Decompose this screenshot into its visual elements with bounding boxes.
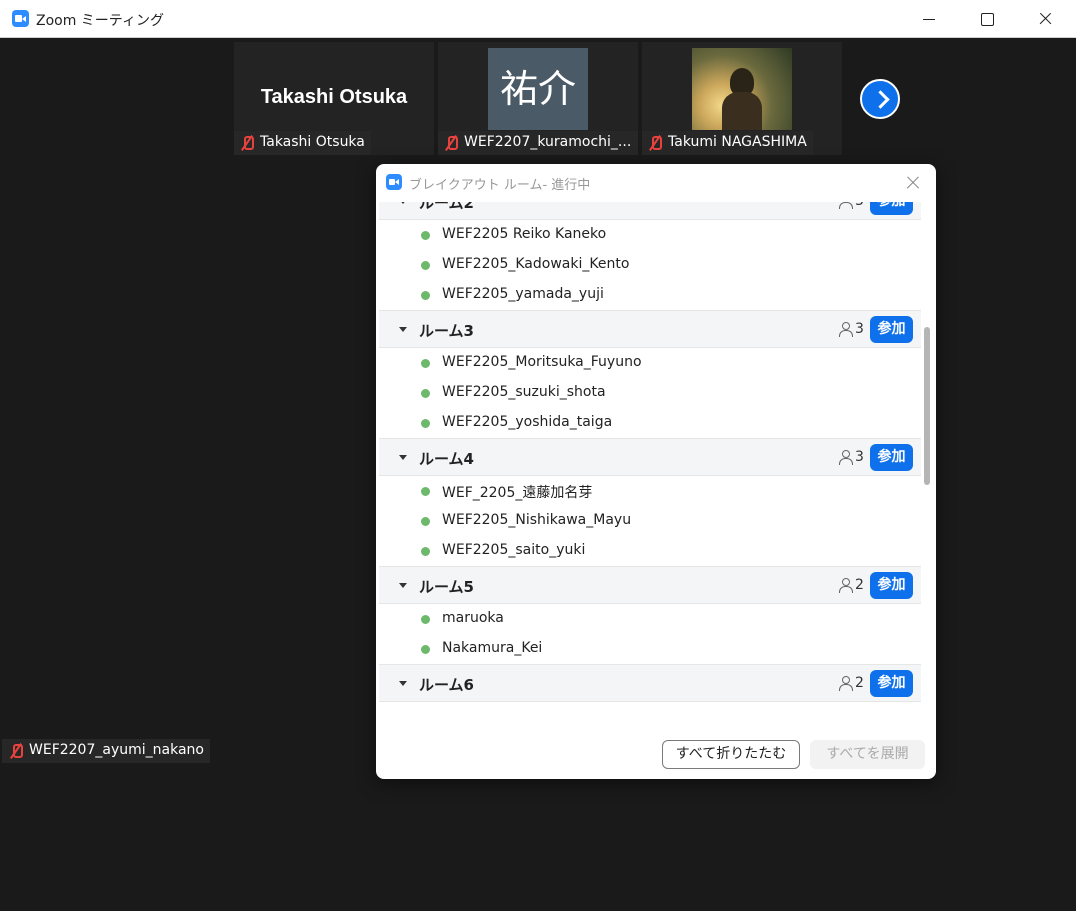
join-room-button[interactable]: 参加 xyxy=(870,202,913,215)
status-dot xyxy=(421,517,430,526)
chevron-down-icon[interactable] xyxy=(399,202,407,204)
person-icon xyxy=(838,450,853,465)
room-member: WEF2205_suzuki_shota xyxy=(379,378,921,408)
room-name: ルーム6 xyxy=(419,676,474,694)
participant-name: Takashi Otsuka xyxy=(260,134,365,150)
person-icon xyxy=(838,322,853,337)
participant-label: WEF2207_kuramochi_... xyxy=(438,131,638,155)
person-icon xyxy=(838,202,853,209)
chevron-down-icon[interactable] xyxy=(399,327,407,332)
room-count: 2 xyxy=(855,675,864,691)
zoom-app-icon xyxy=(386,174,402,190)
close-window-button[interactable] xyxy=(1016,0,1074,38)
room-member: WEF2205_Nishikawa_Mayu xyxy=(379,506,921,536)
status-dot xyxy=(421,359,430,368)
room-count: 3 xyxy=(855,202,864,209)
video-tile[interactable]: Takumi NAGASHIMA xyxy=(642,42,842,155)
chevron-down-icon[interactable] xyxy=(399,681,407,686)
room-name: ルーム5 xyxy=(419,578,474,596)
mic-muted-icon xyxy=(240,135,254,151)
mic-muted-icon xyxy=(648,135,662,151)
status-dot xyxy=(421,645,430,654)
member-name: WEF2205 Reiko Kaneko xyxy=(442,226,607,242)
mic-muted-icon xyxy=(444,135,458,151)
scrollbar-thumb[interactable] xyxy=(924,327,930,485)
room-header[interactable]: ルーム4 3 参加 xyxy=(379,438,921,476)
self-name: WEF2207_ayumi_nakano xyxy=(29,742,204,758)
room-member: WEF2205_Kadowaki_Kento xyxy=(379,250,921,280)
video-tile[interactable]: 祐介 WEF2207_kuramochi_... xyxy=(438,42,638,155)
room-count: 2 xyxy=(855,577,864,593)
participant-label: Takumi NAGASHIMA xyxy=(642,131,813,155)
mic-muted-icon xyxy=(9,743,23,759)
room-name: ルーム2 xyxy=(419,202,474,212)
room-header[interactable]: ルーム2 3 参加 xyxy=(379,202,921,220)
participant-name: Takumi NAGASHIMA xyxy=(668,134,807,150)
room-name: ルーム4 xyxy=(419,450,474,468)
room-list[interactable]: ルーム2 3 参加 WEF2205 Reiko Kaneko WEF2205_Ka… xyxy=(379,202,921,717)
breakout-rooms-dialog: ブレイクアウト ルーム- 進行中 ルーム2 3 参加 WEF2205 Reiko… xyxy=(376,164,936,779)
room-member: WEF2205_saito_yuki xyxy=(379,536,921,566)
room-header[interactable]: ルーム6 2 参加 xyxy=(379,664,921,702)
participant-label: Takashi Otsuka xyxy=(234,131,371,155)
member-name: WEF2205_saito_yuki xyxy=(442,542,586,558)
title-bar: Zoom ミーティング xyxy=(0,0,1076,38)
status-dot xyxy=(421,231,430,240)
participant-name: WEF2207_kuramochi_... xyxy=(464,134,632,150)
maximize-button[interactable] xyxy=(958,0,1016,38)
room-count: 3 xyxy=(855,321,864,337)
status-dot xyxy=(421,389,430,398)
self-video-label: WEF2207_ayumi_nakano xyxy=(2,739,210,763)
room-name: ルーム3 xyxy=(419,322,474,340)
collapse-all-button[interactable]: すべて折りたたむ xyxy=(662,740,800,769)
status-dot xyxy=(421,615,430,624)
chevron-down-icon[interactable] xyxy=(399,455,407,460)
member-name: WEF2205_Moritsuka_Fuyuno xyxy=(442,354,642,370)
room-member: WEF_2205_遠藤加名芽 xyxy=(379,476,921,506)
member-name: WEF_2205_遠藤加名芽 xyxy=(442,485,593,501)
window-title: Zoom ミーティング xyxy=(36,13,164,29)
room-member: WEF2205 Reiko Kaneko xyxy=(379,220,921,250)
dialog-header: ブレイクアウト ルーム- 進行中 xyxy=(376,164,936,202)
chevron-down-icon[interactable] xyxy=(399,583,407,588)
room-member: WEF2205_yoshida_taiga xyxy=(379,408,921,438)
status-dot xyxy=(421,419,430,428)
person-icon xyxy=(838,578,853,593)
zoom-app-icon xyxy=(12,10,29,27)
member-name: WEF2205_suzuki_shota xyxy=(442,384,606,400)
dialog-title: ブレイクアウト ルーム- 進行中 xyxy=(409,178,591,193)
status-dot xyxy=(421,291,430,300)
next-page-button[interactable] xyxy=(860,79,900,119)
video-tile[interactable]: Takashi Otsuka Takashi Otsuka xyxy=(234,42,434,155)
join-room-button[interactable]: 参加 xyxy=(870,670,913,697)
member-name: WEF2205_yoshida_taiga xyxy=(442,414,613,430)
minimize-button[interactable] xyxy=(900,0,958,38)
participant-avatar: 祐介 xyxy=(488,48,588,130)
member-name: WEF2205_Nishikawa_Mayu xyxy=(442,512,632,528)
room-header[interactable]: ルーム3 3 参加 xyxy=(379,310,921,348)
room-member: maruoka xyxy=(379,604,921,634)
member-name: maruoka xyxy=(442,610,504,626)
room-member: Nakamura_Kei xyxy=(379,634,921,664)
join-room-button[interactable]: 参加 xyxy=(870,572,913,599)
room-count: 3 xyxy=(855,449,864,465)
room-member: WEF2205_yamada_yuji xyxy=(379,280,921,310)
expand-all-button[interactable]: すべてを展開 xyxy=(810,740,925,769)
join-room-button[interactable]: 参加 xyxy=(870,316,913,343)
join-room-button[interactable]: 参加 xyxy=(870,444,913,471)
member-name: WEF2205_yamada_yuji xyxy=(442,286,604,302)
person-icon xyxy=(838,676,853,691)
close-icon[interactable] xyxy=(904,174,922,192)
status-dot xyxy=(421,487,430,496)
status-dot xyxy=(421,261,430,270)
room-member: WEF2205_Moritsuka_Fuyuno xyxy=(379,348,921,378)
participant-display-name: Takashi Otsuka xyxy=(260,86,408,108)
participant-photo xyxy=(692,48,792,130)
member-name: Nakamura_Kei xyxy=(442,640,543,656)
status-dot xyxy=(421,547,430,556)
room-header[interactable]: ルーム5 2 参加 xyxy=(379,566,921,604)
member-name: WEF2205_Kadowaki_Kento xyxy=(442,256,630,272)
